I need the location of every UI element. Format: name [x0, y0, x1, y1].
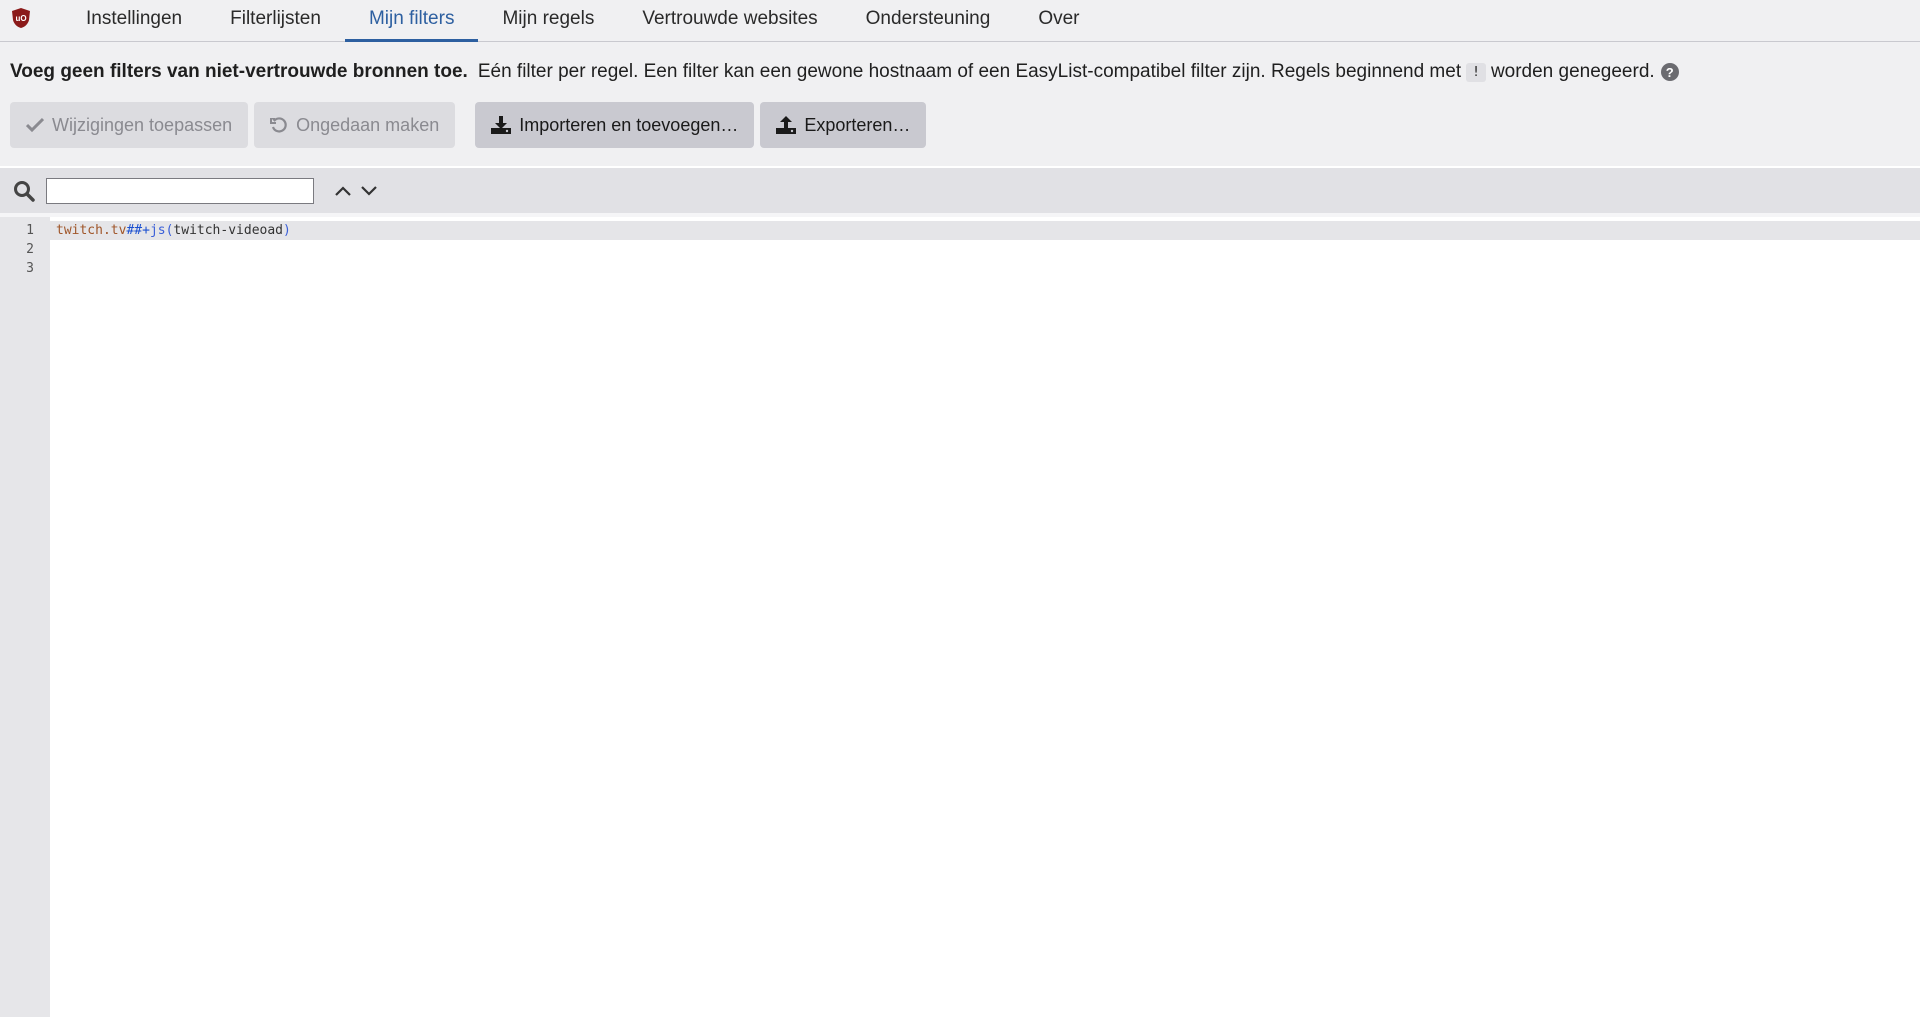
filter-hostname: twitch.tv — [56, 223, 127, 238]
tab-mijn-regels[interactable]: Mijn regels — [478, 0, 618, 41]
search-input[interactable] — [46, 177, 314, 204]
search-icon — [12, 179, 36, 203]
description-text-end: worden genegeerd. — [1490, 61, 1655, 82]
warning-text: Voeg geen filters van niet-vertrouwde br… — [10, 61, 468, 82]
tab-ondersteuning[interactable]: Ondersteuning — [842, 0, 1015, 41]
tab-filterlijsten[interactable]: Filterlijsten — [206, 0, 345, 41]
line-number: 1 — [26, 223, 34, 238]
comment-char: ! — [1466, 62, 1486, 82]
header-area: Voeg geen filters van niet-vertrouwde br… — [0, 42, 1920, 166]
tab-mijn-filters[interactable]: Mijn filters — [344, 0, 479, 42]
undo-label: Ongedaan maken — [296, 114, 440, 135]
download-icon — [491, 116, 512, 134]
search-bar — [0, 168, 1920, 213]
export-label: Exporteren… — [804, 114, 911, 135]
info-line: Voeg geen filters van niet-vertrouwde br… — [10, 42, 1910, 102]
code-line[interactable] — [50, 240, 1920, 259]
tab-instellingen[interactable]: Instellingen — [62, 0, 206, 41]
filter-separator: ##+ — [126, 223, 150, 238]
app-root: uO Instellingen Filterlijsten Mijn filte… — [0, 0, 1920, 1017]
line-number: 2 — [26, 242, 34, 257]
description-text: Eén filter per regel. Een filter kan een… — [477, 61, 1462, 82]
undo-button[interactable]: Ongedaan maken — [254, 102, 456, 148]
svg-text:uO: uO — [15, 14, 26, 23]
undo-icon — [270, 116, 288, 134]
check-icon — [26, 117, 44, 133]
upload-icon — [776, 116, 797, 134]
tab-over[interactable]: Over — [1014, 0, 1103, 41]
import-label: Importeren en toevoegen… — [519, 114, 739, 135]
code-line[interactable]: twitch.tv##+js(twitch-videoad) — [50, 221, 1920, 240]
ublock-logo-icon: uO — [10, 7, 32, 29]
filter-argument: twitch-videoad — [173, 223, 283, 238]
chevron-down-icon — [361, 185, 377, 196]
line-number-gutter: 1 2 3 — [0, 217, 50, 1017]
code-line[interactable] — [50, 259, 1920, 278]
export-button[interactable]: Exporteren… — [760, 102, 927, 148]
tab-vertrouwde-websites[interactable]: Vertrouwde websites — [618, 0, 841, 41]
filter-close-paren: ) — [283, 223, 291, 238]
apply-changes-button[interactable]: Wijzigingen toepassen — [10, 102, 249, 148]
apply-changes-label: Wijzigingen toepassen — [52, 114, 233, 135]
find-next-button[interactable] — [356, 178, 382, 204]
button-row: Wijzigingen toepassen Ongedaan maken Imp… — [10, 102, 1910, 166]
filter-function: js( — [149, 223, 174, 238]
help-icon[interactable]: ? — [1660, 63, 1679, 81]
line-number: 3 — [26, 261, 34, 276]
filter-editor[interactable]: 1 2 3 twitch.tv##+js(twitch-videoad) — [0, 213, 1920, 1017]
code-area[interactable]: twitch.tv##+js(twitch-videoad) — [50, 217, 1920, 1017]
top-nav: uO Instellingen Filterlijsten Mijn filte… — [0, 0, 1920, 42]
import-button[interactable]: Importeren en toevoegen… — [475, 102, 755, 148]
find-previous-button[interactable] — [330, 178, 356, 204]
chevron-up-icon — [335, 185, 351, 196]
